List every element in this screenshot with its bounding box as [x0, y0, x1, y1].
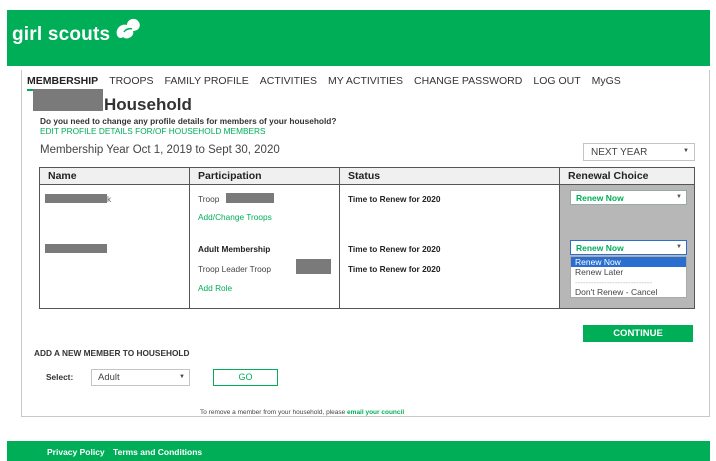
trefoil-logo-icon: [116, 18, 140, 39]
member-type-value: Adult: [98, 372, 120, 383]
add-role-link[interactable]: Add Role: [198, 283, 232, 293]
redacted-troop-number: [296, 259, 331, 274]
household-title: Household: [104, 95, 192, 114]
year-select[interactable]: NEXT YEAR ▼: [583, 143, 695, 161]
redacted-member-name: [45, 244, 107, 253]
renewal-select-value: Renew Now: [576, 193, 624, 203]
redacted-troop-number: [226, 193, 274, 203]
status-text: Time to Renew for 2020: [348, 194, 441, 204]
year-select-value: NEXT YEAR: [591, 147, 648, 158]
email-council-link[interactable]: email your council: [347, 409, 404, 416]
status-text: Time to Renew for 2020: [348, 244, 441, 254]
option-dont-renew[interactable]: Don't Renew - Cancel: [571, 287, 686, 297]
nav-log-out[interactable]: LOG OUT: [533, 75, 580, 91]
chevron-down-icon: ▼: [676, 194, 682, 200]
go-button[interactable]: GO: [213, 369, 278, 386]
privacy-policy-link[interactable]: Privacy Policy: [47, 447, 105, 457]
profile-question: Do you need to change any profile detail…: [40, 116, 337, 126]
remove-note-text: To remove a member from your household, …: [200, 409, 348, 416]
add-member-title: ADD A NEW MEMBER TO HOUSEHOLD: [34, 348, 190, 358]
terms-link[interactable]: Terms and Conditions: [113, 447, 202, 457]
renewal-select-value: Renew Now: [576, 243, 624, 253]
option-renew-later[interactable]: Renew Later: [571, 267, 686, 277]
nav-troops[interactable]: TROOPS: [109, 75, 153, 91]
col-renewal: Renewal Choice: [559, 167, 695, 185]
col-participation: Participation: [189, 167, 340, 185]
nav-change-password[interactable]: CHANGE PASSWORD: [414, 75, 522, 91]
col-name: Name: [39, 167, 190, 185]
redacted-member-name: [45, 194, 107, 203]
membership-year-label: Membership Year Oct 1, 2019 to Sept 30, …: [40, 144, 280, 156]
option-separator: -----------------------------: [575, 278, 653, 287]
nav-activities[interactable]: ACTIVITIES: [260, 75, 317, 91]
nav-family-profile[interactable]: FAMILY PROFILE: [165, 75, 249, 91]
option-renew-now[interactable]: Renew Now: [571, 257, 686, 267]
nav-mygs[interactable]: MyGS: [592, 75, 621, 91]
chevron-down-icon: ▼: [179, 374, 185, 380]
add-change-troops-link[interactable]: Add/Change Troops: [198, 212, 272, 222]
redacted-family-name: [33, 89, 103, 111]
renewal-select[interactable]: Renew Now ▼: [570, 190, 687, 205]
participation-troop: Troop: [198, 194, 220, 204]
continue-button[interactable]: CONTINUE: [583, 325, 693, 342]
edit-profile-link[interactable]: EDIT PROFILE DETAILS FOR/OF HOUSEHOLD ME…: [40, 126, 266, 136]
chevron-down-icon: ▼: [676, 244, 682, 250]
renewal-dropdown-menu: Renew Now Renew Later ------------------…: [570, 256, 687, 298]
participation-troop-leader: Troop Leader Troop: [198, 264, 272, 274]
renewal-select[interactable]: Renew Now ▼: [570, 240, 687, 255]
chevron-down-icon: ▼: [683, 148, 689, 154]
col-status: Status: [339, 167, 560, 185]
status-text: Time to Renew for 2020: [348, 264, 441, 274]
member-type-select[interactable]: Adult ▼: [91, 369, 190, 386]
select-label: Select:: [46, 372, 74, 382]
remove-member-note: To remove a member from your household, …: [200, 409, 404, 416]
main-nav: MEMBERSHIP TROOPS FAMILY PROFILE ACTIVIT…: [27, 75, 632, 91]
brand-logo[interactable]: girl scouts: [12, 24, 110, 46]
participation-adult: Adult Membership: [198, 244, 271, 254]
footer-links: Privacy Policy Terms and Conditions: [47, 447, 208, 457]
nav-my-activities[interactable]: MY ACTIVITIES: [328, 75, 403, 91]
member-name-suffix: k: [107, 194, 112, 204]
